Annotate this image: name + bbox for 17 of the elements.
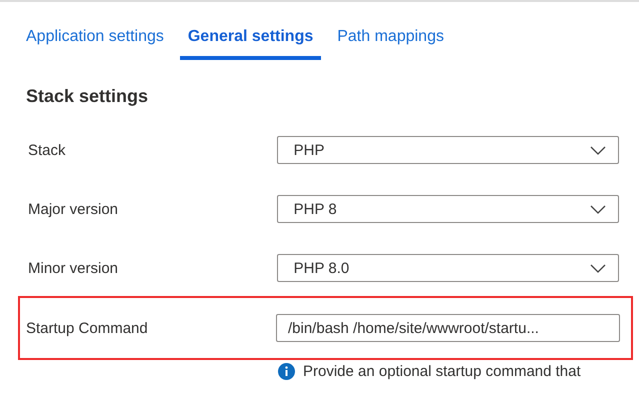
info-icon	[278, 363, 295, 380]
field-label: Major version	[28, 200, 120, 218]
field-label: Stack	[28, 142, 67, 158]
field-label: Startup Command	[26, 320, 149, 336]
dropdown[interactable]: PHP 8	[276, 195, 619, 223]
help-text: Provide an optional startup command that	[303, 363, 581, 380]
dropdown[interactable]: PHP	[276, 136, 619, 164]
tab[interactable]: General settings	[180, 26, 322, 60]
field-label: Minor version	[28, 260, 120, 276]
dropdown[interactable]: PHP 8.0	[276, 254, 619, 282]
chevron-down-icon	[590, 264, 606, 272]
tab[interactable]: Path mappings	[329, 26, 452, 60]
input-field[interactable]: /bin/bash /home/site/wwwroot/startu...	[276, 314, 620, 342]
chevron-down-icon	[590, 146, 606, 154]
tab[interactable]: Application settings	[18, 26, 172, 60]
section-heading: Stack settings	[26, 86, 150, 107]
chevron-down-icon	[590, 204, 606, 214]
